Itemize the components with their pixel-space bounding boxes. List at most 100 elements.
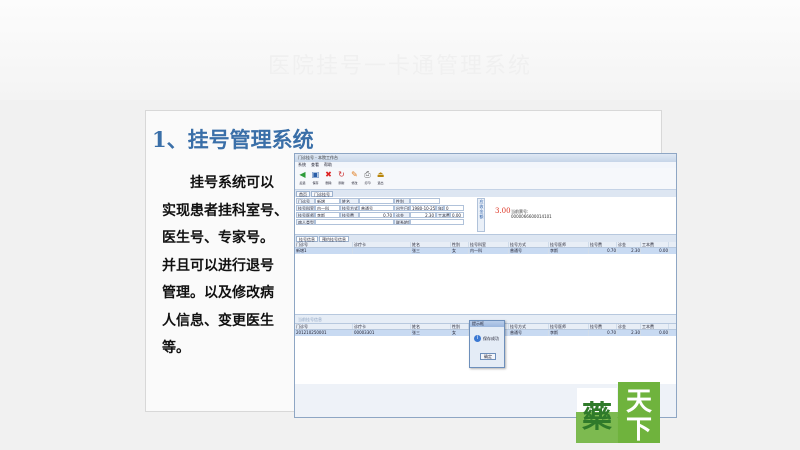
grid-header-cell: 诊疗卡 — [353, 324, 411, 329]
grid-header-cell: 诊金 — [617, 242, 641, 247]
deposit-field[interactable]: 2.30 — [410, 212, 436, 218]
slide-header-title: 医院挂号一卡通管理系统 — [267, 54, 532, 79]
type-select[interactable]: 普通号 — [359, 205, 394, 211]
dialog-ok-button[interactable]: 确定 — [480, 353, 496, 360]
app-screenshot-window: 门诊挂号 - 本院工作台 系统 查看 帮助 ◀ 后退 ▣ 保存 ✖ 删除 ↻ 刷新 ✎ 修… — [294, 153, 677, 418]
card-label: 门诊号 — [296, 198, 315, 204]
grid-header-cell: 姓名 — [411, 242, 451, 247]
dialog-title: 提示框 — [470, 321, 504, 327]
card-field[interactable]: 新增 — [315, 198, 340, 204]
grid-header-cell: 性别 — [451, 242, 469, 247]
description-line: 医生号、专家号。 — [162, 230, 274, 246]
grid-tabs: 挂号信息 预约挂号信息 — [295, 235, 676, 242]
grid-header-cell: 挂号方式 — [509, 242, 549, 247]
gender-label: 性别 — [394, 198, 410, 204]
edit-icon: ✎ — [351, 170, 358, 179]
grid-cell: 李斯 — [549, 330, 589, 336]
dept-label: 挂号科室 — [296, 205, 315, 211]
delete-icon: ✖ — [325, 170, 332, 179]
grid-header-cell: 诊疗卡 — [353, 242, 411, 247]
patient-type-label: 病人类型 — [296, 219, 315, 225]
dialog-message: 保存成功 — [483, 336, 499, 341]
dept-select[interactable]: 内一科 — [315, 205, 340, 211]
save-button[interactable]: ▣ 保存 — [310, 168, 321, 185]
grid-header-cell: 挂号费 — [589, 242, 617, 247]
refresh-icon: ↻ — [338, 170, 345, 179]
grid-cell: 201210250001 — [295, 330, 353, 336]
description-text: 挂号系统可以 实现患者挂科室号、 医生号、专家号。 并且可以进行退号 管理。以及… — [162, 170, 294, 363]
brand-logo: 藥 天 下 — [576, 382, 660, 443]
exit-button[interactable]: ⏏ 退出 — [375, 168, 386, 185]
description-line: 实现患者挂科室号、 — [162, 202, 288, 219]
app-window-title: 门诊挂号 - 本院工作台 — [298, 155, 338, 160]
print-button[interactable]: ⎙ 打印 — [362, 168, 373, 185]
grid-header-cell: 工本费 — [641, 242, 669, 247]
grid-header-cell: 挂号科室 — [469, 242, 509, 247]
deposit-label: 诊金 — [394, 212, 410, 218]
grid-header-cell: 门诊号 — [295, 324, 353, 329]
grid-cell: 内一科 — [469, 248, 509, 254]
grid-cell: 李斯 — [549, 248, 589, 254]
grid-cell: 2.30 — [617, 330, 641, 336]
table-row[interactable]: 新增1 张三 女 内一科 普通号 李斯 0.70 2.30 0.00 — [295, 248, 676, 254]
age-field[interactable]: 0 — [444, 205, 464, 211]
address-field[interactable] — [410, 219, 464, 225]
app-tabs: 首页 门诊挂号 — [295, 190, 676, 197]
workfee-field[interactable]: 0.00 — [450, 212, 464, 218]
edit-button[interactable]: ✎ 修改 — [349, 168, 360, 185]
back-arrow-icon: ◀ — [299, 170, 306, 179]
grid-header-cell: 挂号费 — [589, 324, 617, 329]
gender-field[interactable] — [410, 198, 440, 204]
invoice-value: 0000066600014101 — [511, 214, 552, 219]
grid-cell: 新增1 — [295, 248, 353, 254]
grid-cell: 2.30 — [617, 248, 641, 254]
grid-cell: 00003301 — [353, 330, 411, 336]
birth-field[interactable]: 1980-10-25 — [410, 205, 436, 211]
grid-cell: 0.70 — [589, 330, 617, 336]
grid-header-cell: 挂号医师 — [549, 324, 589, 329]
logo-glyph-tian: 天 — [626, 387, 652, 417]
app-titlebar: 门诊挂号 - 本院工作台 — [295, 154, 676, 162]
doctor-select[interactable]: 李斯 — [315, 212, 340, 218]
registration-form: 门诊号 新增 姓名 性别 挂号科室 内一科 挂号方式 普通号 出生日期 1980… — [295, 197, 676, 235]
save-icon: ▣ — [311, 170, 320, 179]
workfee-label: 工本费 — [436, 212, 450, 218]
grid-cell: 张三 — [411, 248, 451, 254]
address-label: 联系地址 — [394, 219, 410, 225]
section-title: 1、挂号管理系统 — [152, 127, 314, 152]
app-toolbar: ◀ 后退 ▣ 保存 ✖ 删除 ↻ 刷新 ✎ 修改 ⎙ 打印 ⏏ 退出 — [295, 168, 676, 190]
message-dialog: 提示框 i 保存成功 确定 — [469, 320, 505, 368]
name-field[interactable] — [359, 198, 394, 204]
print-icon: ⎙ — [364, 170, 371, 179]
grid-cell: 张三 — [411, 330, 451, 336]
logo-glyph-yao: 藥 — [582, 400, 612, 435]
grid-cell: 0.00 — [641, 330, 669, 336]
delete-button[interactable]: ✖ 删除 — [323, 168, 334, 185]
description-line: 等。 — [162, 340, 190, 356]
info-icon: i — [474, 335, 481, 342]
doctor-label: 挂号医师 — [296, 212, 315, 218]
grid-cell: 女 — [451, 330, 469, 336]
total-amount: 3.00 — [495, 207, 511, 215]
grid-header-cell: 性别 — [451, 324, 469, 329]
grid-header-cell: 门诊号 — [295, 242, 353, 247]
refresh-button[interactable]: ↻ 刷新 — [336, 168, 347, 185]
grid-header-cell: 姓名 — [411, 324, 451, 329]
grid-header-cell: 挂号医师 — [549, 242, 589, 247]
registration-grid: 门诊号 诊疗卡 姓名 性别 挂号科室 挂号方式 挂号医师 挂号费 诊金 工本费 … — [295, 242, 676, 314]
logo-glyph-xia: 下 — [626, 415, 652, 443]
description-line: 人信息、变更医生 — [162, 312, 274, 329]
age-label: 年龄 — [436, 205, 444, 211]
grid-header-cell: 挂号方式 — [509, 324, 549, 329]
patient-type-field[interactable] — [315, 219, 394, 225]
description-line: 挂号系统可以 — [190, 175, 274, 191]
grid-cell: 0.70 — [589, 248, 617, 254]
fee-field[interactable]: 0.70 — [359, 212, 394, 218]
total-label: 应收金额 — [477, 198, 485, 232]
grid-header-cell: 诊金 — [617, 324, 641, 329]
name-label: 姓名 — [340, 198, 359, 204]
exit-icon: ⏏ — [376, 170, 385, 179]
grid-cell: 普通号 — [509, 248, 549, 254]
grid-cell: 0.00 — [641, 248, 669, 254]
back-button[interactable]: ◀ 后退 — [297, 168, 308, 185]
